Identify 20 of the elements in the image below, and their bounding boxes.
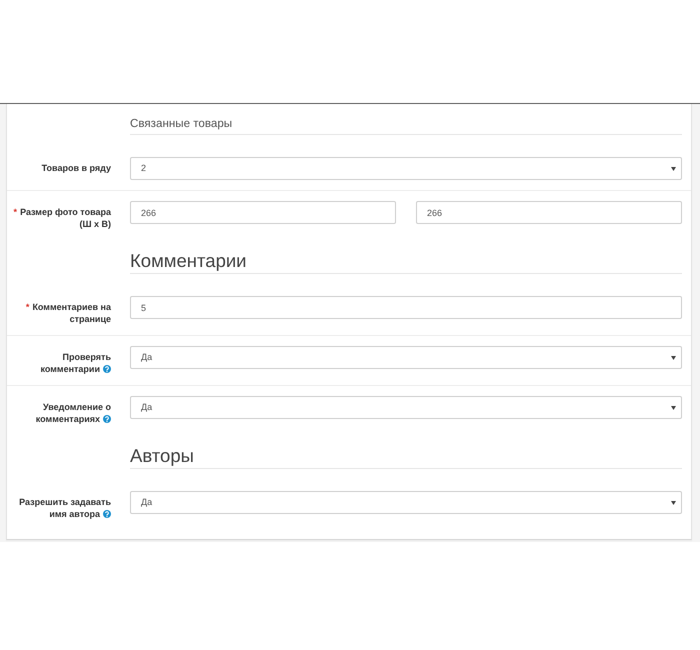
caret-icon (671, 356, 676, 360)
caret-icon (671, 166, 676, 170)
field-label: Уведомление о комментариях (36, 402, 111, 424)
section-title: Авторы (130, 435, 682, 469)
dropdown[interactable]: Да (130, 396, 682, 419)
input-field[interactable]: 266 (416, 201, 682, 224)
field-label: Товаров в ряду (42, 163, 111, 173)
section-title: Комментарии (130, 240, 682, 274)
caret-icon (671, 406, 676, 410)
field-label: Разрешить задавать имя автора (19, 497, 111, 518)
field-label: * Комментариев на странице (26, 302, 111, 324)
section-title: Связанные товары (130, 115, 682, 135)
input-field[interactable]: 5 (130, 296, 682, 319)
input-field[interactable]: 266 (130, 201, 396, 224)
field-label: Проверять комментарии (40, 352, 111, 374)
field-label: * Размер фото товара (Ш x В) (14, 207, 111, 228)
caret-icon (671, 500, 676, 504)
dropdown[interactable]: 2 (130, 157, 682, 180)
dropdown[interactable]: Да (130, 491, 682, 514)
dropdown[interactable]: Да (130, 346, 682, 369)
